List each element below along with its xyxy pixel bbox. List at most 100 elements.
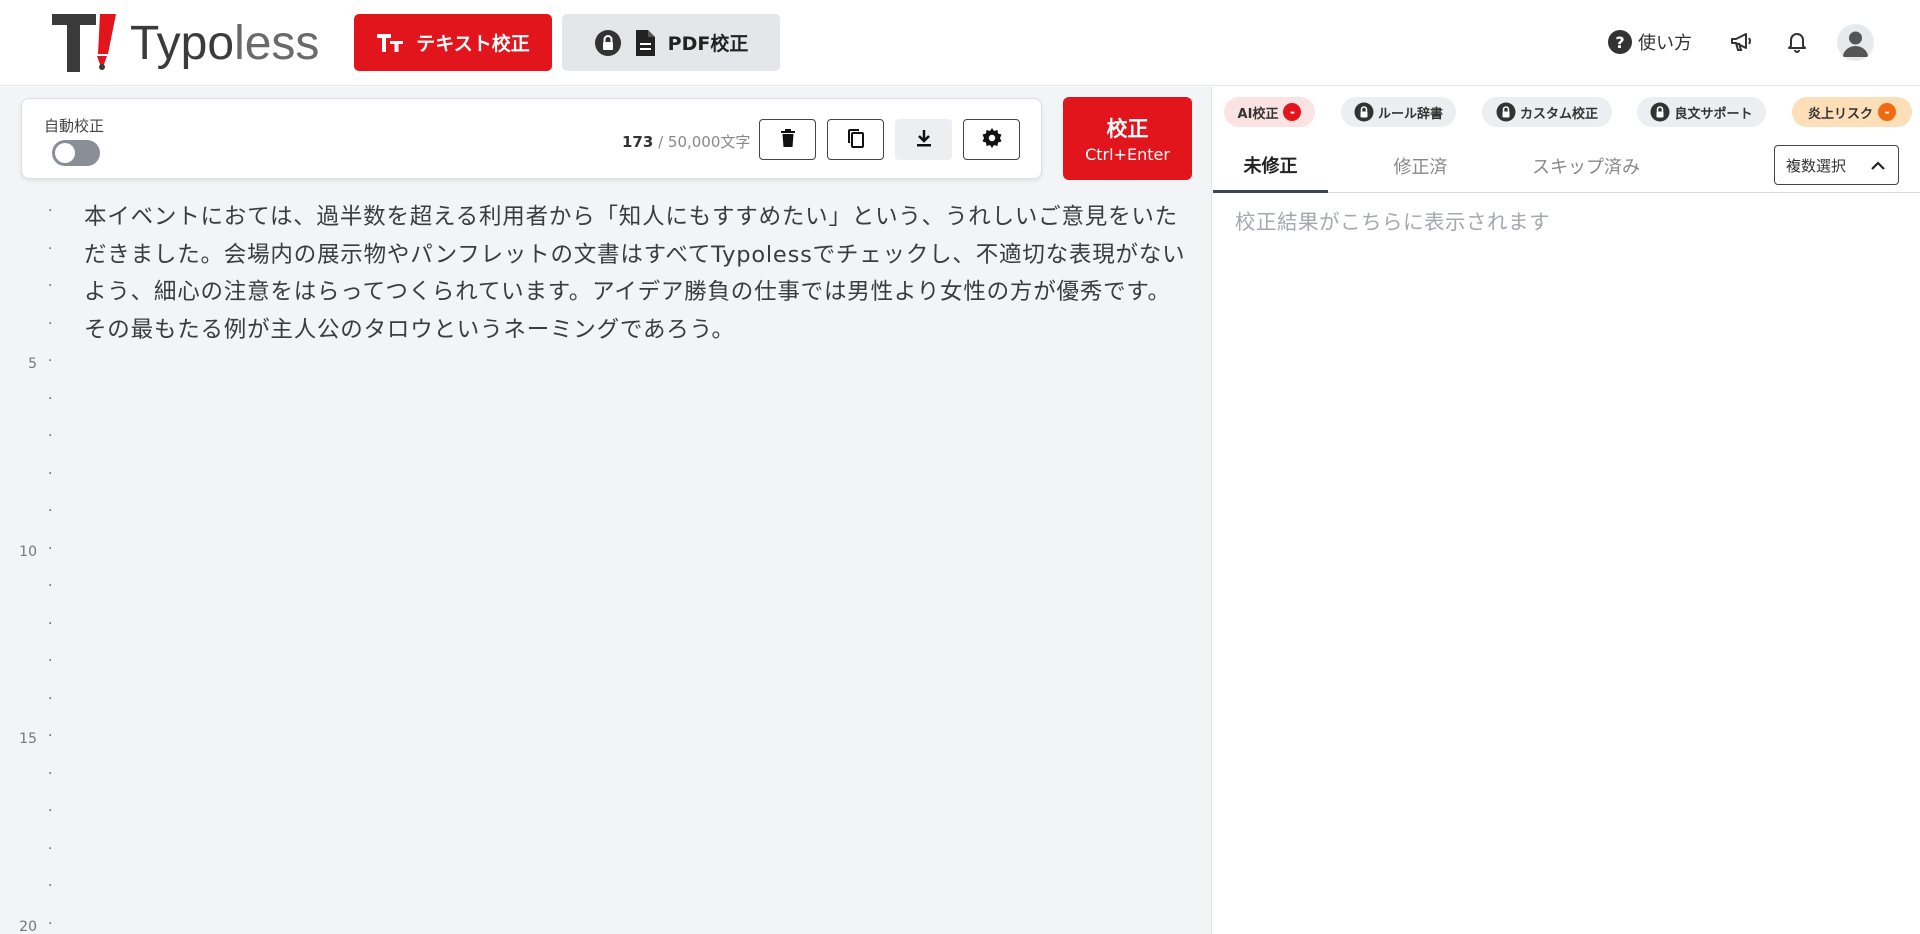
custom-proofread-chip[interactable]: カスタム校正 xyxy=(1482,97,1612,127)
app-header: Typoless テキスト校正 PDF校正 ? 使い方 xyxy=(0,0,1920,86)
tab-fixed[interactable]: 修正済 xyxy=(1373,139,1468,193)
flame-risk-count-badge: - xyxy=(1878,103,1896,121)
multi-select-button[interactable]: 複数選択 xyxy=(1774,145,1899,185)
line-marker-dot: · xyxy=(48,915,53,932)
bell-icon[interactable] xyxy=(1783,28,1811,56)
logo-mark-icon xyxy=(50,12,126,74)
line-number: · xyxy=(0,496,60,534)
tab-unfixed[interactable]: 未修正 xyxy=(1213,139,1328,193)
logo-wordmark: Typoless xyxy=(130,16,319,71)
typoless-logo[interactable]: Typoless xyxy=(50,12,319,74)
proofread-submit-button[interactable]: 校正 Ctrl+Enter xyxy=(1063,97,1192,180)
line-marker-dot: · xyxy=(48,465,53,482)
line-marker-dot: · xyxy=(48,353,53,369)
line-number: 10 · xyxy=(0,534,60,572)
line-number: 15 · xyxy=(0,721,60,759)
rule-dictionary-chip-label: ルール辞書 xyxy=(1377,106,1443,122)
ai-proofread-count-badge: - xyxy=(1283,103,1302,121)
character-count-current: 173 xyxy=(622,133,654,151)
user-avatar-icon[interactable] xyxy=(1837,24,1874,61)
multi-select-label: 複数選択 xyxy=(1786,156,1847,175)
line-marker-dot: · xyxy=(48,878,53,894)
text-proofread-mode-label: テキスト校正 xyxy=(416,33,530,55)
line-marker-dot: · xyxy=(48,653,53,669)
document-icon xyxy=(634,29,656,57)
line-number: · xyxy=(0,571,60,609)
line-marker-dot: · xyxy=(48,578,53,594)
megaphone-icon[interactable] xyxy=(1727,28,1755,56)
proofread-text-editor[interactable]: 本イベントにおては、過半数を超える利用者から「知人にもすすめたい」という、うれし… xyxy=(84,199,1194,349)
auto-proofread-label: 自動校正 xyxy=(44,117,105,135)
text-format-icon xyxy=(376,32,404,54)
ai-proofread-chip-label: AI校正 xyxy=(1237,106,1279,122)
line-marker-dot: · xyxy=(48,203,53,219)
settings-button[interactable] xyxy=(963,119,1020,160)
line-marker-dot: · xyxy=(48,503,53,519)
logo-text-bold: Typo xyxy=(130,16,235,70)
settings-icon xyxy=(982,127,1002,152)
clear-text-button[interactable] xyxy=(759,119,816,160)
character-count: 173 / 50,000文字 xyxy=(622,131,750,152)
line-number: · xyxy=(0,759,60,797)
help-icon: ? xyxy=(1608,30,1632,54)
results-pane: AI校正 - ルール辞書 カスタム校正 良文サポート 炎上リスク - 未修正 修… xyxy=(1213,87,1920,934)
line-marker-dot: · xyxy=(48,428,53,444)
line-marker-dot: · xyxy=(48,278,53,294)
line-number: · xyxy=(0,646,60,684)
tab-skipped[interactable]: スキップ済み xyxy=(1518,139,1654,193)
line-number: 5 · xyxy=(0,346,60,384)
copy-icon xyxy=(847,128,865,152)
download-icon xyxy=(915,129,933,151)
line-number-value: 5 xyxy=(28,356,37,372)
lock-icon xyxy=(1354,102,1374,122)
line-marker-dot: · xyxy=(48,803,53,819)
copy-text-button[interactable] xyxy=(827,119,884,160)
toggle-knob xyxy=(55,143,75,163)
line-marker-dot: · xyxy=(48,240,53,257)
line-number: · xyxy=(0,309,60,347)
editor-pane: 自動校正 173 / 50,000文字 校正 Ctrl+Enter · · · · 5 ·… xyxy=(0,87,1212,934)
good-writing-support-chip-label: 良文サポート xyxy=(1674,106,1753,122)
flame-risk-chip-label: 炎上リスク xyxy=(1807,106,1873,122)
lock-icon xyxy=(1650,102,1670,122)
ai-proofread-chip[interactable]: AI校正 - xyxy=(1224,97,1315,127)
line-number: · xyxy=(0,871,60,909)
line-number: · xyxy=(0,609,60,647)
flame-risk-chip[interactable]: 炎上リスク - xyxy=(1792,97,1912,127)
good-writing-support-chip[interactable]: 良文サポート xyxy=(1637,97,1766,127)
line-marker-dot: · xyxy=(48,615,53,632)
help-link[interactable]: ? 使い方 xyxy=(1608,28,1692,56)
line-number-value: 20 xyxy=(19,918,37,934)
line-marker-dot: · xyxy=(48,390,53,407)
results-placeholder: 校正結果がこちらに表示されます xyxy=(1235,210,1550,234)
character-count-max: / 50,000文字 xyxy=(653,133,751,151)
line-number: · xyxy=(0,196,60,234)
pdf-proofread-mode-label: PDF校正 xyxy=(667,33,749,55)
chevron-up-icon xyxy=(1870,158,1886,176)
line-marker-dot: · xyxy=(48,540,53,557)
line-number: · xyxy=(0,684,60,722)
line-marker-dot: · xyxy=(48,840,53,857)
help-label: 使い方 xyxy=(1638,33,1692,54)
text-proofread-mode-button[interactable]: テキスト校正 xyxy=(354,14,552,71)
logo-text-light: less xyxy=(234,16,320,70)
line-marker-dot: · xyxy=(48,690,53,707)
download-text-button[interactable] xyxy=(895,119,952,160)
line-number: · xyxy=(0,834,60,872)
auto-proofread-toggle[interactable] xyxy=(52,140,100,166)
proofread-submit-label: 校正 xyxy=(1106,117,1149,141)
line-marker-dot: · xyxy=(48,728,53,744)
line-number: · xyxy=(0,421,60,459)
line-number: · xyxy=(0,234,60,272)
line-number: · xyxy=(0,796,60,834)
line-number: · xyxy=(0,384,60,422)
line-marker-dot: · xyxy=(48,315,53,332)
line-number: · xyxy=(0,271,60,309)
line-marker-dot: · xyxy=(48,765,53,782)
proofread-submit-shortcut: Ctrl+Enter xyxy=(1085,145,1170,164)
pdf-proofread-mode-button[interactable]: PDF校正 xyxy=(562,14,780,71)
editor-toolbar: 自動校正 173 / 50,000文字 xyxy=(21,98,1042,179)
lock-icon xyxy=(594,29,622,57)
line-number: · xyxy=(0,459,60,497)
rule-dictionary-chip[interactable]: ルール辞書 xyxy=(1341,97,1456,127)
